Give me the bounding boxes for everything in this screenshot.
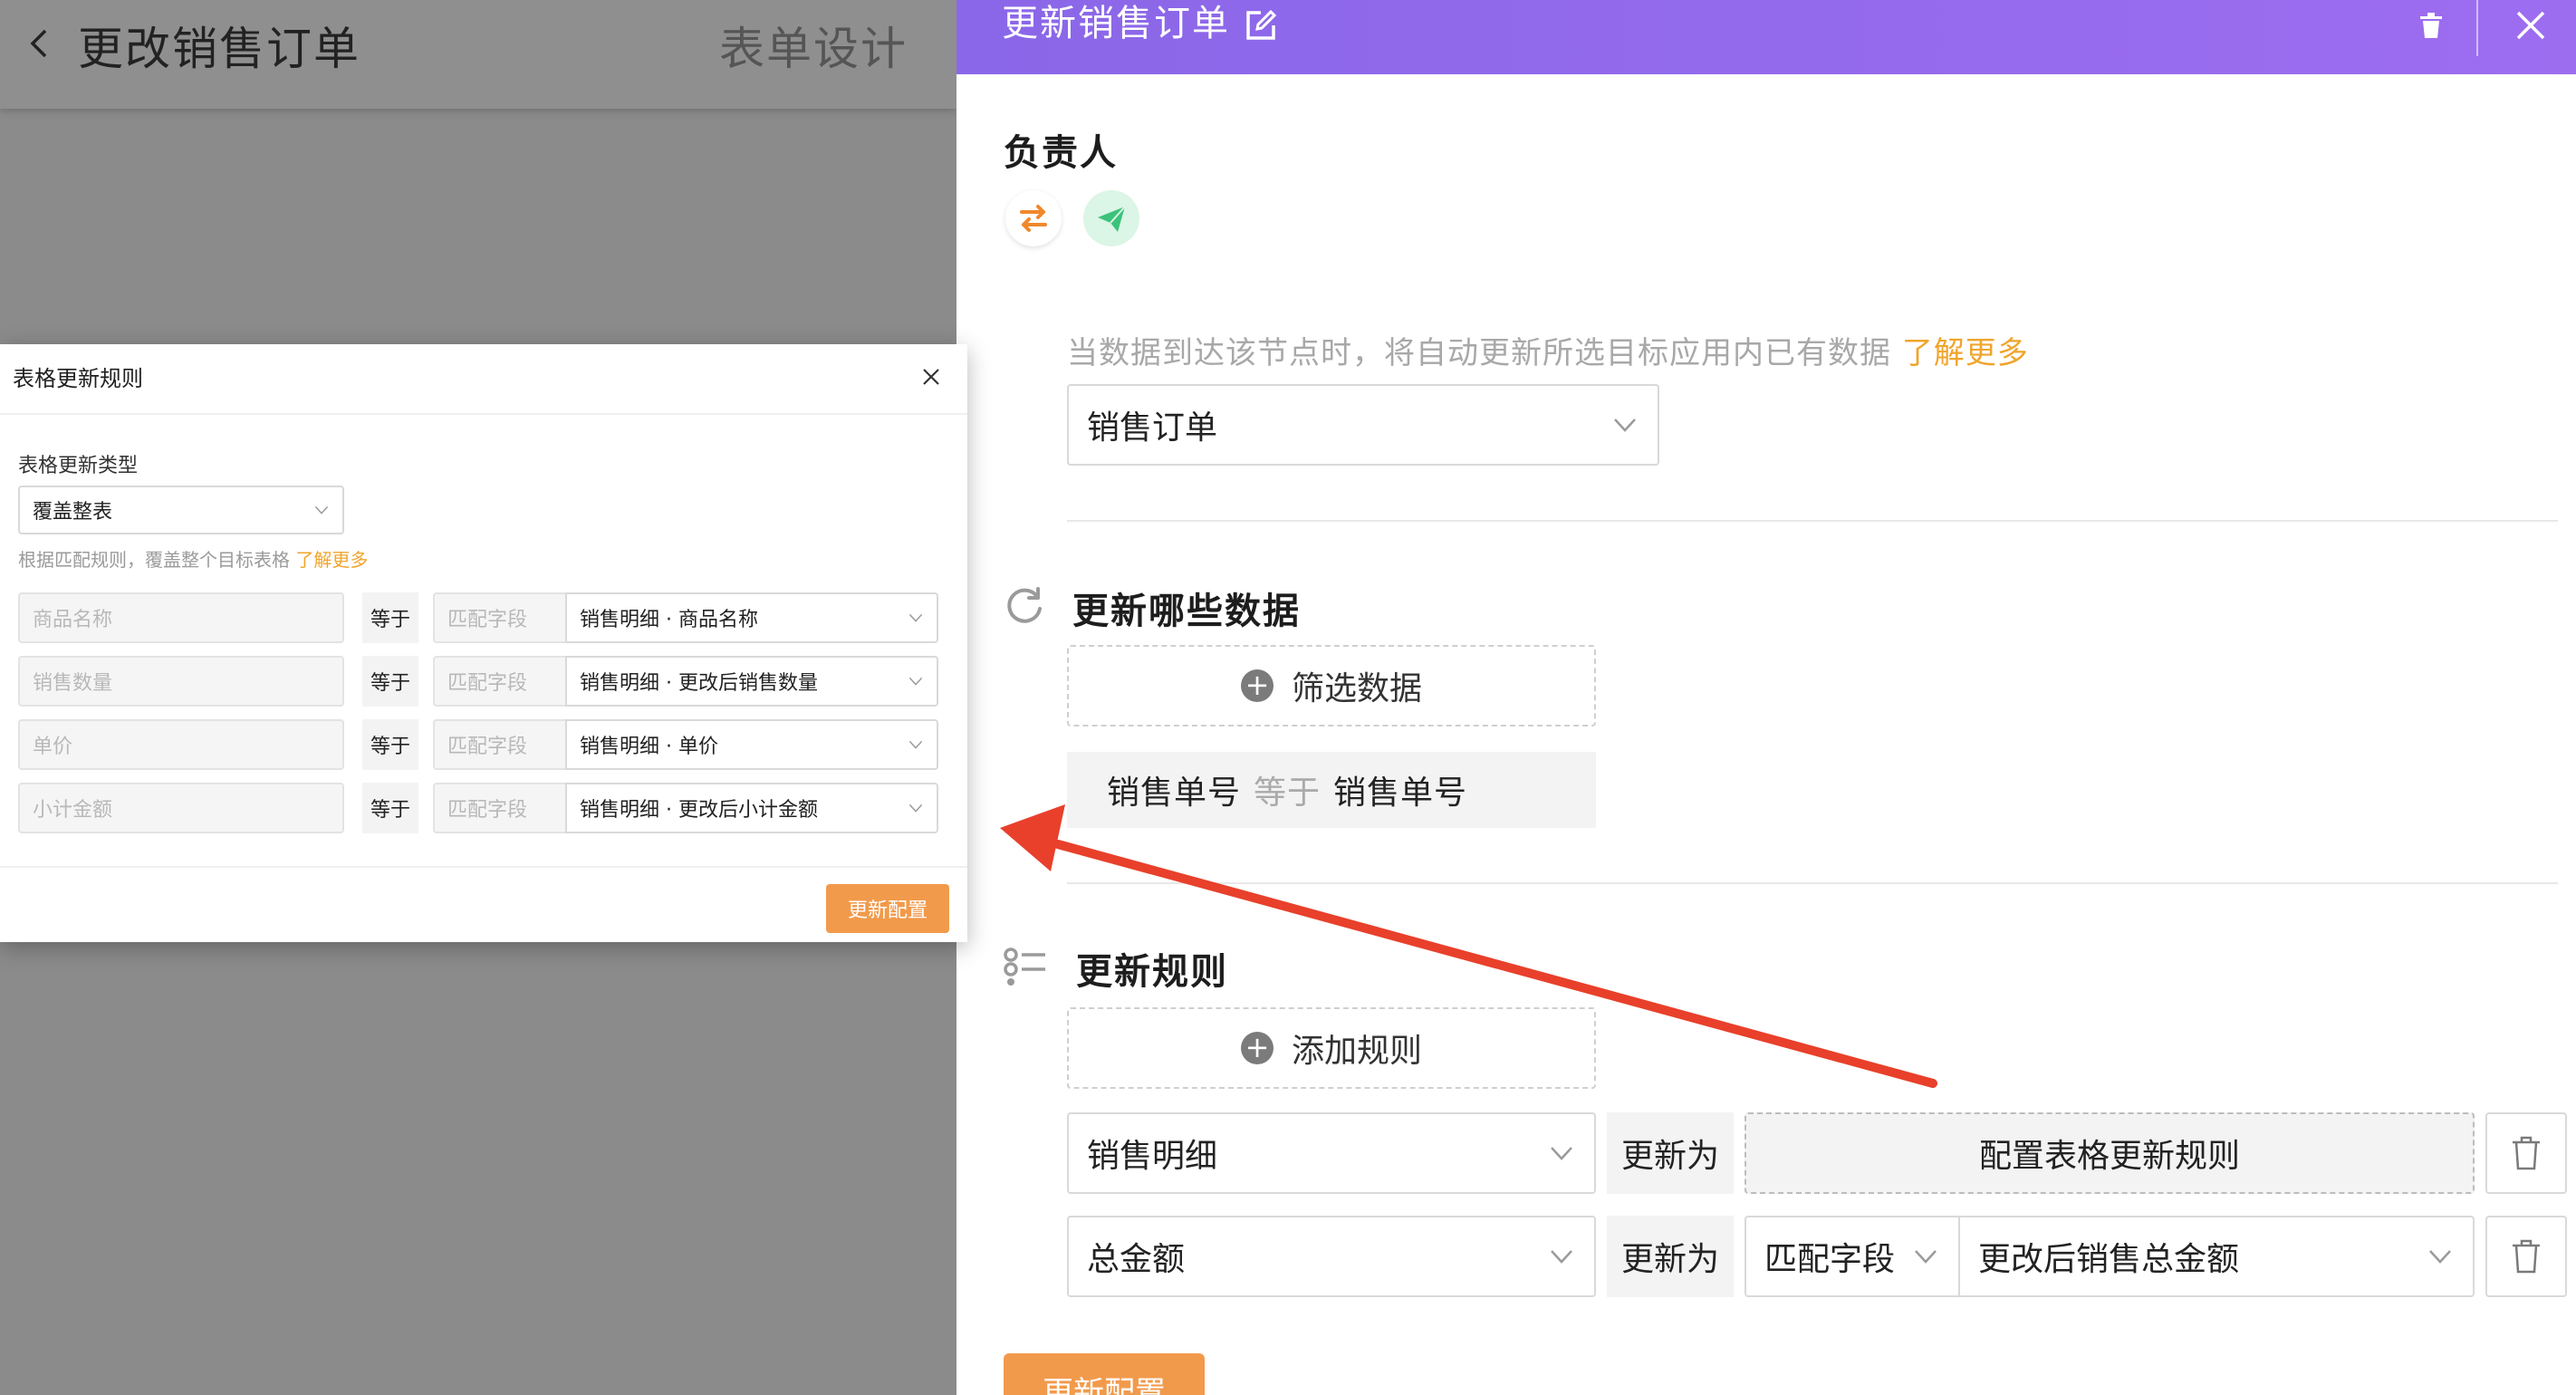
learn-more-link[interactable]: 了解更多 [1902,335,2029,371]
drawer-header: 更新销售订单 [956,0,2576,74]
match-rule-row: 单价 等于 匹配字段 销售明细 · 单价 [18,719,938,770]
target-field-value: 销售明细 · 商品名称 [580,609,758,631]
edit-icon[interactable] [1243,7,1279,43]
delete-rule-button[interactable] [2485,1216,2567,1297]
rule-field-value: 销售明细 [1087,1138,1218,1175]
target-field-select[interactable]: 销售明细 · 更改后小计金额 [565,783,938,833]
update-type-label: 表格更新类型 [18,455,139,477]
delete-node-icon[interactable] [2415,9,2447,42]
plus-circle-icon: + [1240,669,1274,702]
page-title: 更改销售订单 [78,23,360,75]
owner-section-title: 负责人 [1004,132,1118,174]
chevron-down-icon [908,677,923,686]
learn-more-link[interactable]: 了解更多 [295,549,368,571]
section-divider [1067,882,2558,884]
chevron-down-icon [1551,1147,1572,1160]
match-rule-row: 销售数量 等于 匹配字段 销售明细 · 更改后销售数量 [18,656,938,707]
match-operator: 等于 [362,656,418,707]
target-field-value: 销售明细 · 单价 [580,736,718,758]
section-divider [1067,520,2558,522]
match-operator: 等于 [362,719,418,770]
add-rule-label: 添加规则 [1291,1033,1422,1070]
modal-update-config-button[interactable]: 更新配置 [826,884,949,933]
source-field: 小计金额 [18,783,344,833]
list-settings-icon [1004,948,1045,986]
add-rule-button[interactable]: + 添加规则 [1067,1007,1596,1089]
configure-table-rule-button[interactable]: 配置表格更新规则 [1745,1112,2475,1194]
modal-divider [0,413,967,415]
chevron-down-icon [1915,1250,1937,1264]
match-type-value: 匹配字段 [1764,1241,1896,1278]
drawer-title: 更新销售订单 [1002,3,1230,44]
tab-form-design[interactable]: 表单设计 [719,13,908,78]
match-type-field: 匹配字段 [433,783,567,833]
update-type-description: 根据匹配规则，覆盖整个目标表格 了解更多 [18,549,369,571]
chevron-down-icon [1614,418,1636,432]
plus-circle-icon: + [1240,1032,1274,1064]
source-field: 销售数量 [18,656,344,707]
update-rules-section-title: 更新规则 [1076,951,1228,993]
back-arrow-icon[interactable] [22,25,58,62]
match-type-field: 匹配字段 [433,592,567,643]
target-app-value: 销售订单 [1087,409,1218,447]
table-update-rules-modal: 表格更新规则 表格更新类型 覆盖整表 根据匹配规则，覆盖整个目标表格 了解更多 … [0,344,967,942]
match-operator: 等于 [362,592,418,643]
node-description: 当数据到达该节点时，将自动更新所选目标应用内已有数据 了解更多 [1067,335,2029,371]
match-type-field: 匹配字段 [433,719,567,770]
close-icon[interactable] [918,364,944,390]
target-field-value: 销售明细 · 更改后销售数量 [580,672,818,695]
rule-operator: 更新为 [1607,1112,1734,1194]
rule-row: 总金额 更新为 匹配字段 更改后销售总金额 [1067,1216,2567,1297]
match-type-field: 匹配字段 [433,656,567,707]
close-icon[interactable] [2513,7,2549,43]
target-field-select[interactable]: 销售明细 · 商品名称 [565,592,938,643]
send-icon[interactable] [1083,190,1139,246]
match-rule-row: 商品名称 等于 匹配字段 销售明细 · 商品名称 [18,592,938,643]
filter-field: 销售单号 [1107,774,1242,812]
source-field: 商品名称 [18,592,344,643]
target-field-value: 销售明细 · 更改后小计金额 [580,799,818,822]
match-rule-row: 小计金额 等于 匹配字段 销售明细 · 更改后小计金额 [18,783,938,833]
target-field-select[interactable]: 销售明细 · 单价 [565,719,938,770]
header-divider [2476,0,2478,56]
rule-field-value: 总金额 [1087,1241,1186,1278]
modal-divider [0,866,967,868]
rule-value-select[interactable]: 更改后销售总金额 [1958,1216,2475,1297]
update-type-value: 覆盖整表 [33,501,113,524]
refresh-icon [1007,587,1042,623]
chevron-down-icon [908,803,923,813]
source-field: 单价 [18,719,344,770]
delete-rule-button[interactable] [2485,1112,2567,1194]
target-app-select[interactable]: 销售订单 [1067,384,1659,466]
trash-icon [2513,1136,2540,1170]
chevron-down-icon [908,613,923,622]
rule-value-text: 更改后销售总金额 [1978,1241,2240,1278]
trash-icon [2513,1239,2540,1274]
rule-field-select[interactable]: 总金额 [1067,1216,1596,1297]
node-config-drawer: 更新销售订单 负责人 当数据到达该节点时，将自动更新所选目标应用内已有数据 了解… [956,0,2576,1395]
rule-operator: 更新为 [1607,1216,1734,1297]
which-data-section-title: 更新哪些数据 [1072,591,1301,632]
page-header: 更改销售订单 表单设计 [0,0,956,109]
match-type-select[interactable]: 匹配字段 [1745,1216,1960,1297]
target-field-select[interactable]: 销售明细 · 更改后销售数量 [565,656,938,707]
filter-condition[interactable]: 销售单号 等于 销售单号 [1067,752,1596,828]
filter-data-button[interactable]: + 筛选数据 [1067,645,1596,726]
chevron-down-icon [1551,1250,1572,1264]
update-config-button[interactable]: 更新配置 [1004,1353,1205,1395]
filter-data-label: 筛选数据 [1291,670,1422,707]
rule-row: 销售明细 更新为 配置表格更新规则 [1067,1112,2567,1194]
transfer-icon[interactable] [1005,190,1062,246]
filter-value: 销售单号 [1333,774,1468,812]
rule-field-select[interactable]: 销售明细 [1067,1112,1596,1194]
chevron-down-icon [314,505,329,515]
match-operator: 等于 [362,783,418,833]
chevron-down-icon [2429,1250,2451,1264]
modal-title: 表格更新规则 [13,366,143,391]
filter-operator: 等于 [1254,774,1322,812]
chevron-down-icon [908,740,923,749]
update-type-select[interactable]: 覆盖整表 [18,486,344,534]
